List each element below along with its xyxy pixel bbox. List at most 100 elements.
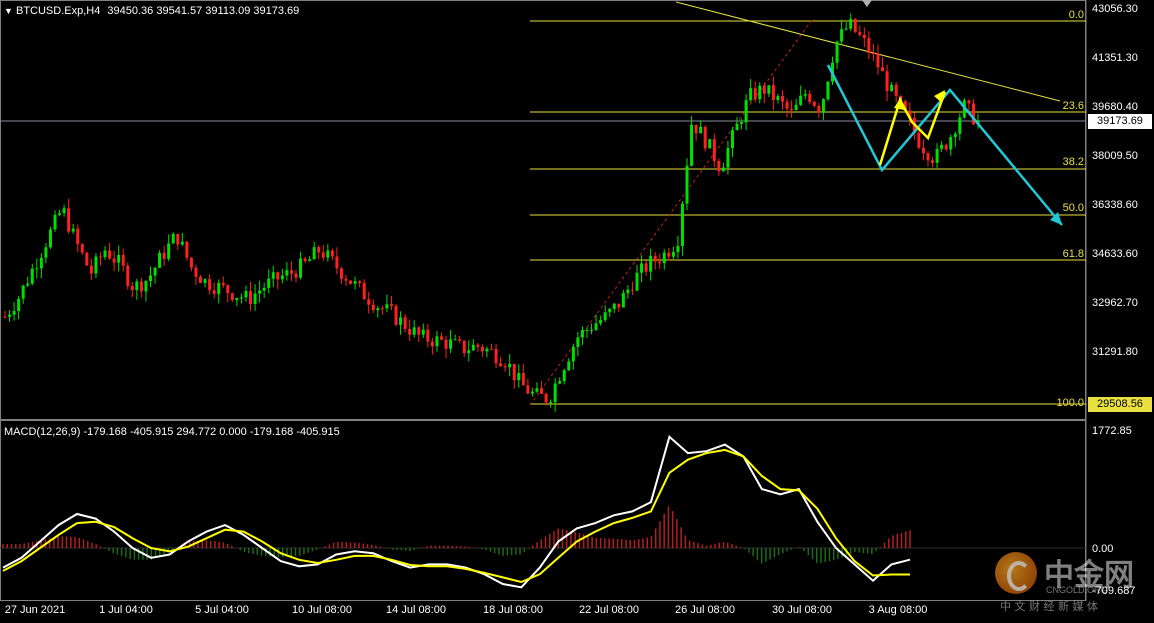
candle-body — [389, 304, 393, 307]
candle-body — [790, 108, 794, 111]
candle-body — [926, 153, 930, 161]
candle-body — [940, 144, 944, 149]
candle-body — [244, 291, 248, 298]
candle-body — [394, 306, 398, 325]
candle-body — [103, 250, 107, 258]
candle-body — [826, 81, 830, 100]
fib-level-label: 50.0 — [1062, 202, 1084, 214]
candle-body — [540, 388, 544, 394]
candle-body — [426, 329, 430, 342]
candle-body — [48, 229, 52, 248]
time-label: 26 Jul 08:00 — [675, 604, 735, 616]
candle-body — [317, 247, 321, 253]
candle-body — [749, 88, 753, 101]
menu-arrow-icon[interactable]: ▼ — [4, 6, 13, 16]
current-price-tag: 39173.69 — [1088, 114, 1152, 129]
candle-body — [439, 336, 443, 340]
candle-body — [294, 273, 298, 278]
price-label: 38009.50 — [1092, 150, 1138, 162]
price-label: 31291.80 — [1092, 346, 1138, 358]
watermark-logo — [995, 552, 1037, 594]
candle-body — [612, 303, 616, 309]
candle-body — [349, 280, 353, 284]
candle-body — [944, 144, 948, 150]
candle-body — [958, 117, 962, 134]
candle-body — [208, 279, 212, 291]
chart-frame — [0, 0, 1087, 601]
candle-body — [521, 373, 525, 386]
price-label: 36338.60 — [1092, 199, 1138, 211]
watermark-slogan: 中 文 财 经 新 媒 体 — [1000, 600, 1098, 613]
candle-body — [417, 327, 421, 335]
candle-body — [148, 275, 152, 282]
candle-body — [494, 348, 498, 364]
candle-body — [685, 165, 689, 204]
candle-body — [640, 263, 644, 273]
candle-body — [835, 41, 839, 63]
chart-header: ▼ BTCUSD.Exp,H4 39450.36 39541.57 39113.… — [4, 5, 299, 18]
candle-body — [490, 348, 493, 350]
candle-body — [258, 290, 262, 294]
candle-body — [67, 208, 71, 232]
candle-body — [721, 167, 725, 172]
price-label: 32962.70 — [1092, 297, 1138, 309]
candle-body — [339, 268, 343, 279]
fibonacci-retracement[interactable] — [530, 20, 1086, 405]
candle-body — [558, 381, 562, 384]
candle-body — [585, 329, 589, 331]
candle-body — [76, 228, 80, 245]
candle-body — [203, 279, 207, 284]
candle-body — [98, 256, 102, 258]
candle-body — [171, 233, 175, 244]
candle-body — [44, 247, 48, 258]
candle-body — [853, 18, 857, 32]
candle-body — [862, 34, 866, 39]
fib-level-label: 0.0 — [1068, 9, 1084, 21]
candle-body — [112, 258, 116, 263]
macd-signal-line — [2, 448, 910, 584]
macd-histogram — [2, 506, 911, 564]
macd-header: MACD(12,26,9) -179.168 -405.915 294.772 … — [4, 426, 340, 438]
time-label: 30 Jul 08:00 — [772, 604, 832, 616]
candle-body — [267, 278, 271, 288]
candle-body — [571, 346, 575, 362]
candle-body — [821, 99, 825, 113]
candle-body — [849, 18, 853, 29]
candle-body — [199, 276, 203, 284]
candle-body — [580, 329, 584, 338]
candle-body — [726, 148, 730, 168]
candle-body — [144, 281, 148, 292]
candle-body — [158, 252, 162, 268]
candle-body — [503, 366, 507, 368]
candle-body — [867, 38, 871, 54]
candle-body — [712, 139, 716, 162]
candle-body — [453, 339, 457, 341]
candle-body — [280, 275, 284, 280]
macd-axis-top: 1772.85 — [1092, 425, 1132, 437]
candle-body — [221, 282, 225, 286]
candle-body — [917, 132, 921, 148]
scroll-shift-marker[interactable] — [862, 0, 872, 7]
time-label: 22 Jul 08:00 — [579, 604, 639, 616]
candle-body — [8, 314, 12, 317]
candle-body — [603, 312, 607, 321]
candle-body — [858, 31, 862, 35]
candle-body — [321, 252, 325, 258]
candle-body — [230, 293, 234, 300]
candle-body — [671, 252, 675, 257]
candle-body — [108, 250, 112, 259]
yellow-zigzag-arrow — [878, 91, 947, 166]
symbol-timeframe: BTCUSD.Exp,H4 — [15, 5, 101, 17]
candle-body — [740, 122, 744, 124]
candle-body — [476, 344, 480, 347]
candle-body — [94, 256, 98, 274]
candle-body — [594, 323, 598, 330]
chart-canvas[interactable] — [0, 0, 1154, 623]
candle-body — [735, 123, 739, 131]
candle-body — [626, 289, 630, 294]
candle-body — [480, 346, 484, 352]
candle-body — [662, 252, 666, 264]
candle-body — [812, 101, 816, 106]
candle-body — [562, 370, 566, 382]
candle-body — [226, 285, 230, 294]
